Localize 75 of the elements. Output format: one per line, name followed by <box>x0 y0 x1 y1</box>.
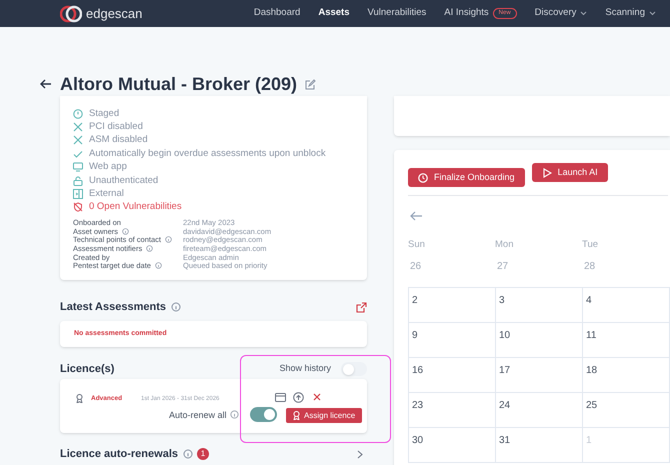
info-icon <box>122 228 130 235</box>
award-icon <box>293 411 300 420</box>
detail-text: Staged <box>89 106 120 121</box>
assign-licence-button[interactable]: Assign licence <box>286 408 362 423</box>
calendar-day[interactable]: 31 <box>496 428 583 464</box>
section-heading: Licence(s) <box>60 362 114 377</box>
info-icon <box>146 245 154 252</box>
edit-icon[interactable] <box>305 78 316 90</box>
nav-link[interactable]: Vulnerabilities <box>368 6 426 21</box>
detail-text: External <box>89 186 124 201</box>
monitor-icon <box>73 162 83 172</box>
detail-text: Web app <box>89 160 127 174</box>
count-badge: 1 <box>197 448 209 460</box>
detail-text: 0 Open Vulnerabilities <box>89 200 182 214</box>
calendar-day[interactable]: 24 <box>496 393 583 428</box>
chevron-right-icon[interactable] <box>357 450 363 458</box>
info-icon <box>154 262 162 270</box>
calendar-day[interactable]: 17 <box>496 358 583 394</box>
logo-text: edgescan <box>86 4 142 23</box>
section-heading: Licence auto-renewals <box>60 446 178 462</box>
padlock-icon <box>73 176 83 186</box>
weekday-label: Tue <box>582 238 600 252</box>
shield-off-icon <box>73 202 83 212</box>
upload-icon[interactable] <box>293 392 304 403</box>
calendar-day[interactable]: 23 <box>409 393 496 428</box>
external-link-icon[interactable] <box>356 302 367 312</box>
calendar-day[interactable]: 10 <box>496 323 583 358</box>
calendar-day[interactable]: 9 <box>409 323 496 358</box>
date-label: 28 <box>584 260 596 274</box>
calendar-day[interactable]: 18 <box>583 358 670 394</box>
weekday-label: Mon <box>495 238 514 252</box>
back-arrow-icon[interactable] <box>40 79 52 89</box>
card-icon[interactable] <box>275 393 286 402</box>
calendar-day[interactable]: 16 <box>409 358 496 394</box>
calendar-day[interactable]: 2 <box>409 288 496 324</box>
page-title: Altoro Mutual - Broker (209) <box>60 72 298 96</box>
detail-text: PCI disabled <box>89 120 143 134</box>
logo-icon <box>60 4 82 24</box>
chevron-down-icon <box>580 11 588 16</box>
finalize-button[interactable]: Finalize Onboarding <box>408 168 525 187</box>
award-icon <box>76 394 83 403</box>
play-icon <box>542 168 552 178</box>
info-icon <box>164 236 172 244</box>
date-label: 26 <box>410 260 422 274</box>
weekday-label: Sun <box>408 238 426 252</box>
detail-text: ASM disabled <box>89 133 148 148</box>
nav-link[interactable]: Discovery <box>534 6 588 21</box>
date-label: 27 <box>497 260 510 274</box>
cross-icon <box>73 135 83 146</box>
nav-link[interactable]: Assets <box>318 6 350 21</box>
cross-icon <box>73 122 83 132</box>
calendar-day[interactable]: 4 <box>583 288 670 324</box>
nav-link[interactable]: Scanning <box>605 6 656 21</box>
nav-link[interactable]: Dashboard <box>254 6 300 21</box>
clock-icon <box>418 172 428 182</box>
auto-renew-toggle[interactable] <box>250 407 277 422</box>
calendar-day[interactable]: 25 <box>583 393 670 428</box>
calendar-day[interactable]: 11 <box>583 323 670 358</box>
section-heading: Latest Assessments <box>60 300 166 315</box>
check-icon <box>73 148 83 159</box>
panel-icon <box>73 189 83 200</box>
show-history-toggle[interactable] <box>341 362 367 376</box>
calendar-day[interactable]: 30 <box>409 428 496 464</box>
launch-button[interactable]: Launch AI <box>532 163 608 182</box>
toggle-label: Auto-renew all <box>169 409 227 422</box>
clock-icon <box>73 108 83 119</box>
chevron-down-icon <box>649 11 656 16</box>
info-icon <box>230 410 239 419</box>
calendar-day[interactable]: 3 <box>496 288 583 324</box>
info-icon <box>170 302 181 312</box>
close-icon[interactable] <box>313 393 321 401</box>
info-icon <box>183 449 193 459</box>
toggle-label: Show history <box>279 362 331 376</box>
detail-text: Unauthenticated <box>89 174 158 188</box>
detail-text: Automatically begin overdue assessments upon unblock <box>89 146 326 161</box>
